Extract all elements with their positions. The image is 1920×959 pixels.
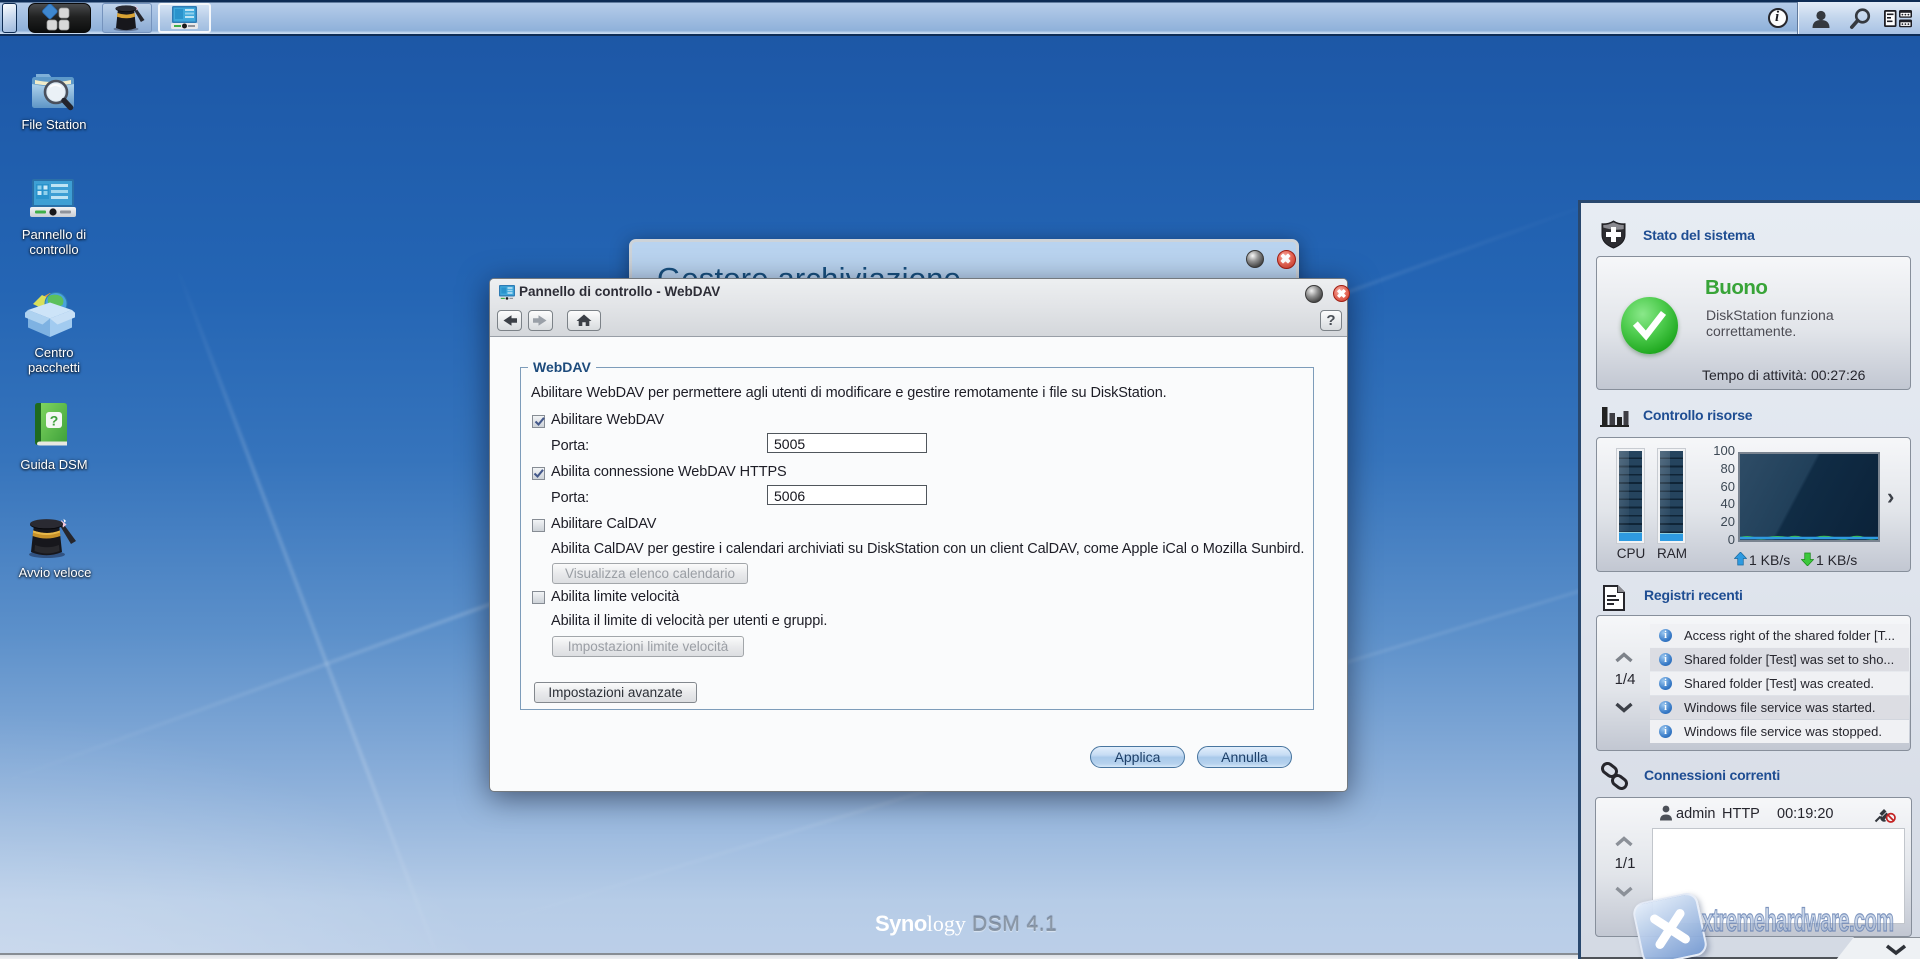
svg-text:?: ? [50, 413, 59, 429]
